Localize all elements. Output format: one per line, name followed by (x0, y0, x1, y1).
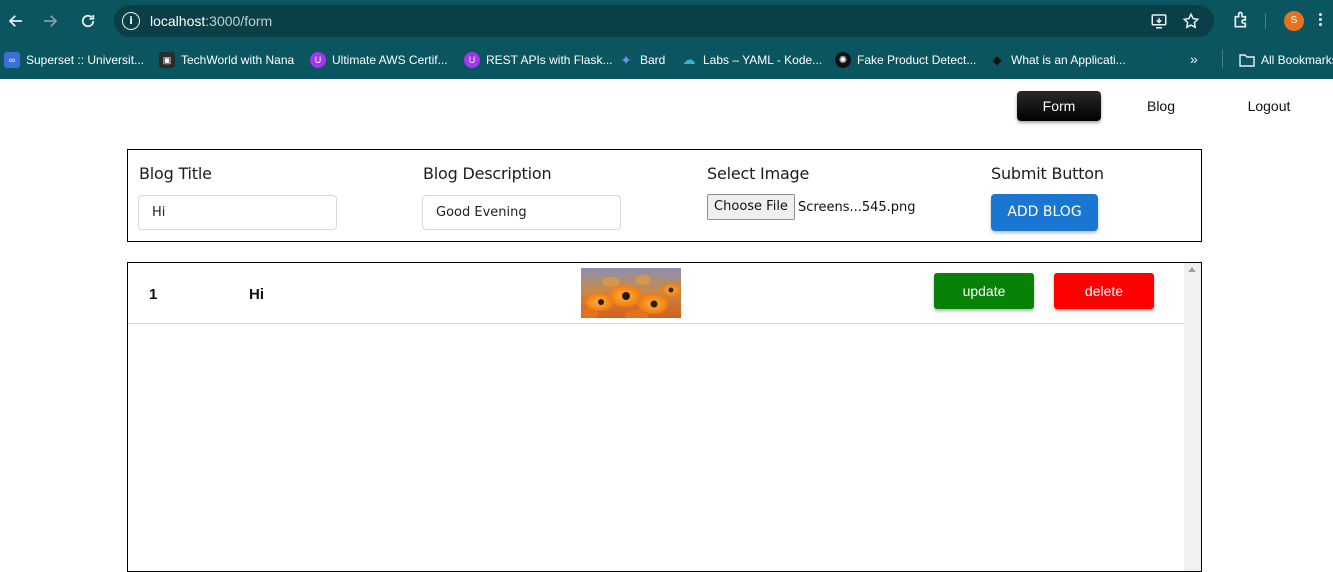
chatgpt-icon: ✺ (835, 52, 851, 68)
more-bookmarks-icon[interactable]: » (1190, 51, 1198, 67)
table-row: 1 Hi update delete (128, 263, 1184, 324)
bookmark-flask[interactable]: U REST APIs with Flask... (464, 51, 612, 69)
superset-icon: ∞ (4, 52, 20, 68)
bookmarks-divider (1222, 50, 1223, 68)
nav-form[interactable]: Form (1017, 91, 1101, 121)
add-blog-button[interactable]: ADD BLOG (991, 194, 1098, 231)
app-navbar: Form Blog Logout (0, 91, 1333, 121)
bookmark-kodekloud[interactable]: ☁ Labs – YAML - Kode... (681, 51, 823, 69)
scroll-up-arrow-icon[interactable] (1188, 267, 1196, 272)
blog-form: Blog Title Hi Blog Description Good Even… (127, 149, 1202, 242)
url-text[interactable]: localhost:3000/form (150, 13, 272, 29)
table-scrollbar[interactable] (1184, 263, 1201, 571)
bookmark-techworld[interactable]: ▣ TechWorld with Nana (159, 51, 294, 69)
update-button[interactable]: update (934, 273, 1034, 309)
row-title: Hi (249, 286, 264, 303)
menu-icon[interactable] (1318, 11, 1322, 31)
select-image-label: Select Image (707, 164, 810, 183)
bookmark-bard[interactable]: ✦ Bard (618, 51, 665, 69)
bard-sparkle-icon: ✦ (620, 51, 632, 68)
selected-file-name: Screens...545.png (798, 200, 916, 215)
all-bookmarks[interactable]: All Bookmarks (1239, 51, 1333, 69)
browser-toolbar: i localhost:3000/form S (0, 0, 1333, 42)
blog-thumbnail-image (581, 268, 681, 318)
bookmark-superset[interactable]: ∞ Superset :: Universit... (4, 51, 144, 69)
delete-button[interactable]: delete (1054, 273, 1154, 309)
site-icon: ◆ (992, 53, 1002, 67)
bookmark-application[interactable]: ◆ What is an Applicati... (989, 51, 1125, 69)
install-app-icon[interactable] (1150, 12, 1168, 30)
extensions-icon[interactable] (1232, 10, 1252, 30)
nav-logout[interactable]: Logout (1236, 91, 1302, 121)
blog-table: 1 Hi update delete (127, 262, 1202, 572)
reload-button[interactable] (76, 9, 100, 33)
forward-button[interactable] (38, 9, 62, 33)
udemy-icon: U (310, 52, 326, 68)
arrow-left-icon (8, 15, 22, 27)
row-id: 1 (149, 286, 158, 303)
reload-icon (81, 14, 95, 28)
choose-file-button[interactable]: Choose File (707, 194, 795, 220)
toolbar-divider (1265, 13, 1266, 29)
back-button[interactable] (4, 9, 28, 33)
info-icon[interactable]: i (122, 12, 140, 30)
star-icon[interactable] (1182, 12, 1200, 30)
submit-label: Submit Button (991, 164, 1104, 183)
folder-icon (1239, 52, 1255, 68)
kodekloud-icon: ☁ (682, 52, 696, 67)
arrow-right-icon (44, 15, 58, 27)
profile-avatar[interactable]: S (1284, 11, 1304, 31)
bookmark-fake-product[interactable]: ✺ Fake Product Detect... (835, 51, 976, 69)
nav-blog[interactable]: Blog (1128, 91, 1194, 121)
udemy-icon: U (464, 52, 480, 68)
techworld-icon: ▣ (159, 52, 175, 68)
bookmark-aws[interactable]: U Ultimate AWS Certif... (310, 51, 448, 69)
blog-title-input[interactable]: Hi (138, 195, 337, 230)
bookmarks-bar: ∞ Superset :: Universit... ▣ TechWorld w… (0, 42, 1333, 79)
blog-description-input[interactable]: Good Evening (422, 195, 621, 230)
blog-title-label: Blog Title (139, 164, 212, 183)
blog-description-label: Blog Description (423, 164, 552, 183)
address-bar[interactable]: i localhost:3000/form (114, 5, 1214, 37)
